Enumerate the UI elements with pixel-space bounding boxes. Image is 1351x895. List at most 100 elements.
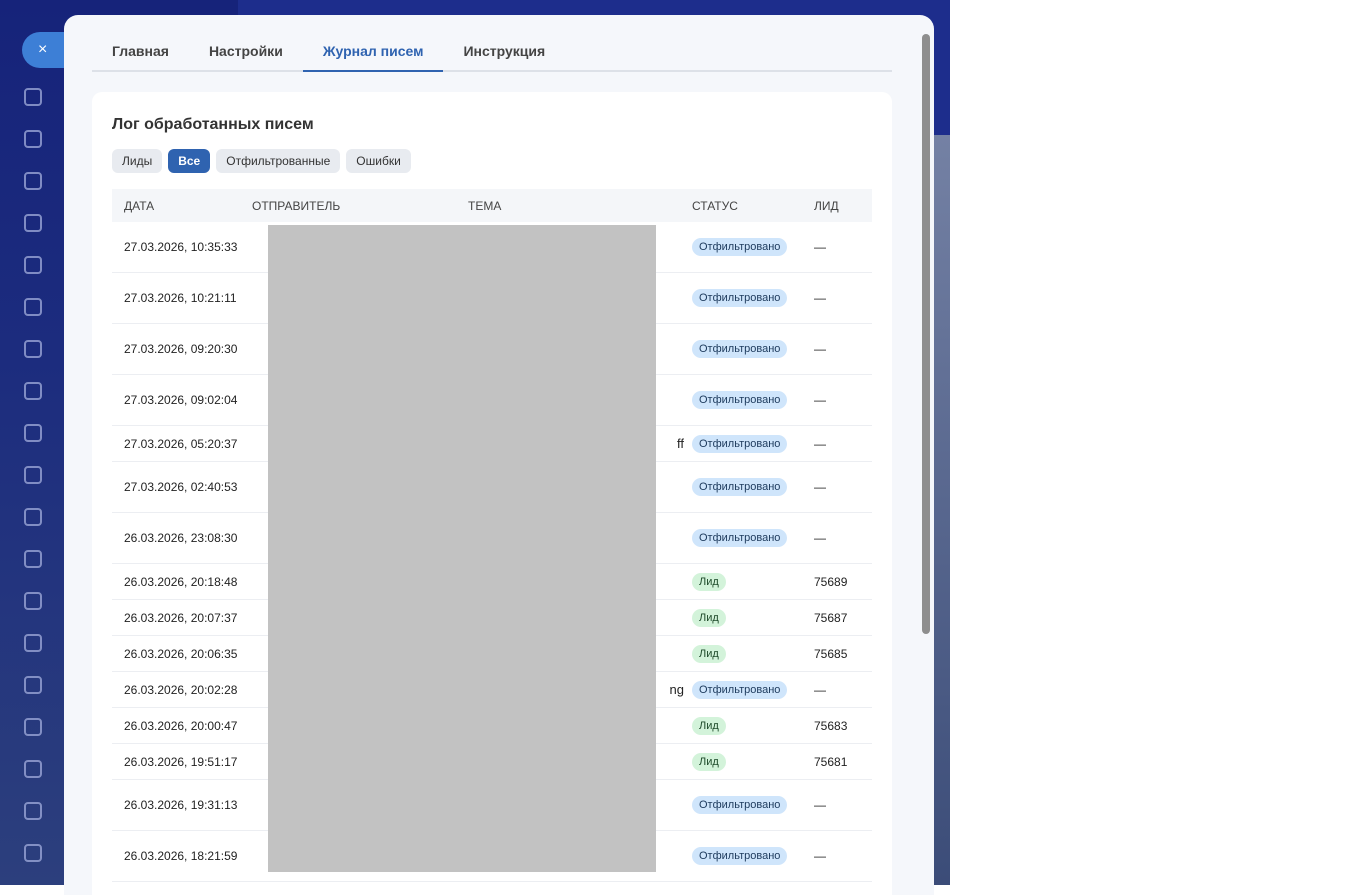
lead-cell: — — [814, 291, 826, 305]
card-title: Лог обработанных писем — [112, 116, 314, 133]
redacted-area — [268, 225, 656, 872]
status-cell: Отфильтровано — [692, 289, 814, 307]
menu-icon — [24, 340, 42, 358]
filter-chip[interactable]: Все — [168, 149, 211, 173]
status-cell: Отфильтровано — [692, 680, 814, 699]
lead-cell[interactable]: 75687 — [814, 611, 872, 625]
status-badge: Отфильтровано — [692, 796, 788, 814]
status-badge: Отфильтровано — [692, 340, 788, 358]
status-badge: Лид — [692, 644, 726, 663]
status-cell: Лид — [692, 716, 814, 735]
date-cell: 27.03.2026, 09:02:04 — [124, 393, 238, 407]
menu-icon — [24, 88, 42, 106]
menu-icon — [24, 676, 42, 694]
tab-item[interactable]: Журнал писем — [302, 35, 444, 72]
col-sender: ОТПРАВИТЕЛЬ — [252, 198, 341, 213]
date-cell: 26.03.2026, 20:06:35 — [124, 646, 238, 661]
status-badge: Отфильтровано — [692, 238, 788, 256]
status-badge: Отфильтровано — [692, 289, 788, 307]
lead-cell: — — [814, 531, 826, 545]
date-cell: 26.03.2026, 18:21:59 — [124, 849, 238, 863]
date-cell: 26.03.2026, 19:51:17 — [124, 754, 238, 769]
lead-cell: — — [814, 393, 826, 407]
col-lead: ЛИД — [814, 198, 839, 213]
scrollbar-thumb[interactable] — [922, 34, 930, 634]
date-cell: 26.03.2026, 19:31:13 — [124, 798, 238, 812]
date-cell: 26.03.2026, 20:02:28 — [124, 682, 238, 697]
filter-chip[interactable]: Лиды — [112, 149, 163, 173]
close-icon: × — [38, 41, 48, 58]
menu-icon — [24, 424, 42, 442]
status-badge: Отфильтровано — [692, 847, 788, 865]
date-cell: 27.03.2026, 05:20:37 — [124, 436, 238, 451]
menu-icon — [24, 718, 42, 736]
tab-bar: Главная Настройки Журнал писем Инструкция — [92, 35, 892, 72]
status-badge: Отфильтровано — [692, 434, 788, 453]
date-cell: 27.03.2026, 09:20:30 — [124, 342, 238, 356]
status-badge: Отфильтровано — [692, 680, 788, 699]
filter-chip[interactable]: Ошибки — [346, 149, 411, 173]
status-cell: Лид — [692, 644, 814, 663]
status-cell: Отфильтровано — [692, 434, 814, 453]
status-cell: Лид — [692, 752, 814, 771]
status-cell: Отфильтровано — [692, 847, 814, 865]
status-badge: Лид — [692, 572, 726, 591]
col-status: СТАТУС — [692, 198, 738, 213]
status-cell: Отфильтровано — [692, 391, 814, 409]
lead-cell[interactable]: 75689 — [814, 575, 872, 589]
filter-chip[interactable]: Отфильтрованные — [216, 149, 341, 173]
menu-icon — [24, 592, 42, 610]
menu-icon — [24, 214, 42, 232]
date-cell: 26.03.2026, 20:18:48 — [124, 574, 238, 589]
table-header: ДАТА ОТПРАВИТЕЛЬ ТЕМА СТАТУС ЛИД — [112, 189, 872, 222]
lead-cell[interactable]: 75683 — [814, 719, 872, 733]
status-badge: Отфильтровано — [692, 478, 788, 496]
filter-chips: Лиды Все Отфильтрованные Ошибки — [112, 149, 411, 173]
menu-icon — [24, 382, 42, 400]
status-badge: Лид — [692, 608, 726, 627]
lead-cell[interactable]: 75685 — [814, 647, 872, 661]
lead-cell: — — [814, 480, 826, 494]
lead-cell[interactable]: 75681 — [814, 755, 872, 769]
date-cell: 27.03.2026, 10:35:33 — [124, 240, 238, 254]
tab-item[interactable]: Настройки — [189, 35, 303, 72]
col-subject: ТЕМА — [468, 198, 502, 213]
menu-icon — [24, 802, 42, 820]
lead-cell: — — [814, 682, 826, 697]
date-cell: 27.03.2026, 02:40:53 — [124, 480, 238, 494]
menu-icon — [24, 298, 42, 316]
date-cell: 26.03.2026, 23:08:30 — [124, 531, 238, 545]
menu-icon — [24, 844, 42, 862]
status-badge: Отфильтровано — [692, 529, 788, 547]
menu-icon — [24, 130, 42, 148]
lead-cell: — — [814, 342, 826, 356]
status-cell: Отфильтровано — [692, 238, 814, 256]
tab-item[interactable]: Главная — [92, 35, 189, 72]
lead-cell: — — [814, 240, 826, 254]
menu-icon — [24, 760, 42, 778]
lead-cell: — — [814, 849, 826, 863]
menu-icon — [24, 256, 42, 274]
date-cell: 27.03.2026, 10:21:11 — [124, 291, 237, 305]
status-cell: Отфильтровано — [692, 529, 814, 547]
menu-icon — [24, 634, 42, 652]
lead-cell: — — [814, 798, 826, 812]
col-date: ДАТА — [124, 198, 155, 213]
lead-cell: — — [814, 436, 826, 451]
status-badge: Лид — [692, 752, 726, 771]
status-cell: Отфильтровано — [692, 340, 814, 358]
date-cell: 26.03.2026, 20:00:47 — [124, 718, 238, 733]
status-badge: Лид — [692, 716, 726, 735]
menu-icon — [24, 550, 42, 568]
background-panel — [934, 135, 950, 885]
status-badge: Отфильтровано — [692, 391, 788, 409]
menu-icon — [24, 466, 42, 484]
status-cell: Отфильтровано — [692, 478, 814, 496]
menu-icon — [24, 172, 42, 190]
tab-item[interactable]: Инструкция — [443, 35, 565, 72]
status-cell: Отфильтровано — [692, 796, 814, 814]
status-cell: Лид — [692, 572, 814, 591]
status-cell: Лид — [692, 608, 814, 627]
date-cell: 26.03.2026, 20:07:37 — [124, 610, 238, 625]
menu-icon — [24, 508, 42, 526]
